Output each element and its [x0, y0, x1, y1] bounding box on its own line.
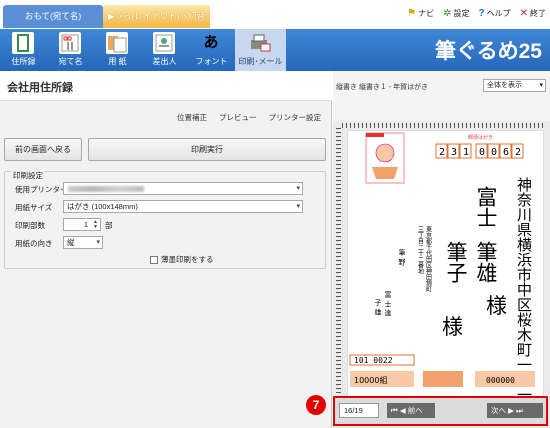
postcard-icon: [59, 32, 81, 54]
svg-text:1: 1: [463, 147, 469, 158]
orientation-label: 用紙の向き: [15, 239, 53, 248]
sender-address-1: 東京都千代田区神田錦町: [425, 225, 432, 292]
address-book-icon: [12, 32, 34, 54]
help-button[interactable]: ? ヘルプ: [479, 8, 511, 19]
copies-stepper[interactable]: 1 ▲ ▼: [63, 218, 101, 231]
prev-arrow-icon: ◀: [399, 406, 406, 415]
recipient-name-2: 筆雄: [474, 241, 498, 283]
sender-icon: [153, 32, 175, 54]
toolbar-address-book[interactable]: 住所録: [0, 29, 47, 71]
svg-text:3: 3: [451, 147, 457, 158]
toolbar-print-mail[interactable]: 印刷･メール: [235, 29, 286, 71]
svg-text:2: 2: [439, 147, 445, 158]
question-icon: ?: [478, 8, 485, 19]
orientation-select[interactable]: 縦 ▾: [63, 236, 103, 249]
svg-text:2: 2: [515, 147, 521, 158]
navi-button[interactable]: ⚑ ナビ: [407, 8, 434, 19]
printer-label: 使用プリンター: [15, 185, 68, 194]
paper-size-label: 用紙サイズ: [15, 203, 53, 212]
printer-select[interactable]: ▾: [63, 182, 303, 195]
navi-flag-icon: ⚑: [407, 8, 417, 19]
chevron-down-icon: ▾: [96, 239, 100, 246]
paper-icon: [106, 32, 128, 54]
copies-label: 印刷部数: [15, 221, 45, 230]
action-bar: 前の画面へ戻る 印刷実行: [0, 131, 332, 167]
close-icon: ✕: [519, 8, 528, 19]
recipient-address: 神奈川県横浜市中区桜木町一ー一: [515, 177, 533, 401]
recipient-name-3: 筆子: [444, 241, 468, 283]
preview-header: 縦書き 縦書き１ - 年賀はがき 全体を表示 ▾: [333, 71, 550, 121]
preview-panel: 縦書き 縦書き１ - 年賀はがき 全体を表示 ▾ 郵便はがき 2 3 1 0 0…: [333, 71, 550, 428]
copies-unit: 部: [105, 221, 113, 230]
chevron-down-icon: ▾: [539, 82, 543, 89]
top-tab-row: おもて(宛て名) ▶うら(レイアウト)へ切替 ⚑ ナビ ✲ 設定 ? ヘルプ ✕ 終了: [0, 0, 550, 29]
printer-settings-link[interactable]: プリンター設定: [269, 112, 322, 123]
gear-icon: ✲: [443, 8, 452, 19]
toolbar-font[interactable]: あ フォント: [188, 29, 235, 71]
horizontal-ruler: [342, 123, 546, 128]
sender-name-2: 富 士 達: [384, 290, 392, 317]
chevron-down-icon: ▾: [296, 203, 300, 210]
print-settings-group: 印刷設定 使用プリンター ▾ 用紙サイズ はがき (100x148mm) ▾ 印…: [4, 170, 326, 269]
print-settings-legend: 印刷設定: [11, 170, 45, 181]
chevron-down-icon: ▾: [296, 185, 300, 192]
last-page-icon[interactable]: ⏭: [516, 406, 523, 415]
thin-ink-checkbox[interactable]: [150, 255, 158, 264]
svg-text:0: 0: [491, 147, 497, 158]
postcard-drawing: 郵便はがき 2 3 1 0 0 6 2 神奈川県横浜市中区桜木町一ー一 富士 筆…: [349, 132, 535, 402]
printer-name-redacted: [68, 186, 144, 192]
honorific-2: 様: [442, 315, 463, 339]
sender-address-2: 三丁目二十二番地: [417, 226, 424, 274]
layout-name: 縦書き 縦書き１ - 年賀はがき: [336, 84, 429, 91]
sender-name-1: 筆 野: [398, 248, 406, 265]
position-adjust-link[interactable]: 位置補正: [177, 112, 207, 123]
preview-link[interactable]: プレビュー: [219, 112, 257, 123]
svg-text:6: 6: [503, 147, 509, 158]
stamp-image: [365, 132, 405, 184]
print-execute-button[interactable]: 印刷実行: [88, 138, 326, 161]
callout-badge: 7: [306, 395, 326, 415]
honorific-1: 様: [486, 294, 507, 318]
postcard-preview[interactable]: 郵便はがき 2 3 1 0 0 6 2 神奈川県横浜市中区桜木町一ー一 富士 筆…: [347, 130, 544, 402]
lottery-number-1: 10000組: [354, 375, 387, 385]
app-brand-logo: 筆ぐるめ25: [435, 40, 542, 63]
tab-front-address[interactable]: おもて(宛て名): [3, 5, 103, 28]
postal-code-boxes: 2 3 1 0 0 6 2: [435, 143, 524, 159]
print-sublinks: 位置補正 プレビュー プリンター設定: [177, 112, 321, 123]
recipient-name-1: 富士: [474, 186, 498, 228]
prev-button[interactable]: ⏮ ◀ 前へ: [387, 403, 435, 418]
thin-ink-option[interactable]: 薄墨印刷をする: [150, 254, 214, 265]
postcard-header: 郵便はがき: [468, 134, 493, 141]
print-settings-panel: 会社用住所録 位置補正 プレビュー プリンター設定 前の画面へ戻る 印刷実行 印…: [0, 71, 332, 428]
stepper-arrows-icon[interactable]: ▲ ▼: [93, 220, 98, 230]
next-button[interactable]: 次へ ▶ ⏭: [487, 403, 543, 418]
lottery-number-2: 000000: [486, 376, 515, 385]
printer-mail-icon: [249, 32, 271, 54]
sender-name-3: 子 雄: [374, 299, 382, 316]
back-button[interactable]: 前の画面へ戻る: [4, 138, 82, 161]
toolbar-sender[interactable]: 差出人: [141, 29, 188, 71]
toolbar-paper[interactable]: 用 紙: [94, 29, 141, 71]
settings-button[interactable]: ✲ 設定: [443, 8, 469, 19]
toolbar-addressee[interactable]: 宛て名: [47, 29, 94, 71]
top-menu: ⚑ ナビ ✲ 設定 ? ヘルプ ✕ 終了: [407, 8, 546, 19]
next-arrow-icon: ▶: [508, 406, 514, 415]
vertical-ruler: [336, 128, 341, 401]
page-title: 会社用住所録: [7, 82, 73, 94]
panel-title-bar: 会社用住所録: [0, 71, 332, 101]
page-position-field[interactable]: 16/19: [339, 403, 379, 418]
record-pager: 16/19 ⏮ ◀ 前へ 次へ ▶ ⏭: [333, 396, 548, 426]
font-icon: あ: [203, 34, 219, 51]
tab-switch-back-layout[interactable]: ▶うら(レイアウト)へ切替: [103, 5, 210, 28]
zoom-select[interactable]: 全体を表示 ▾: [483, 79, 546, 92]
svg-text:0: 0: [479, 147, 485, 158]
main-toolbar: 住所録 宛て名 用 紙 差出人 あ フォント 印刷･メール 筆ぐるめ25: [0, 29, 550, 71]
sender-postal-code: 101 0022: [354, 356, 393, 365]
quit-button[interactable]: ✕ 終了: [520, 8, 546, 19]
first-page-icon[interactable]: ⏮: [391, 406, 398, 415]
lottery-decoration: [423, 371, 463, 387]
paper-size-select[interactable]: はがき (100x148mm) ▾: [63, 200, 303, 213]
